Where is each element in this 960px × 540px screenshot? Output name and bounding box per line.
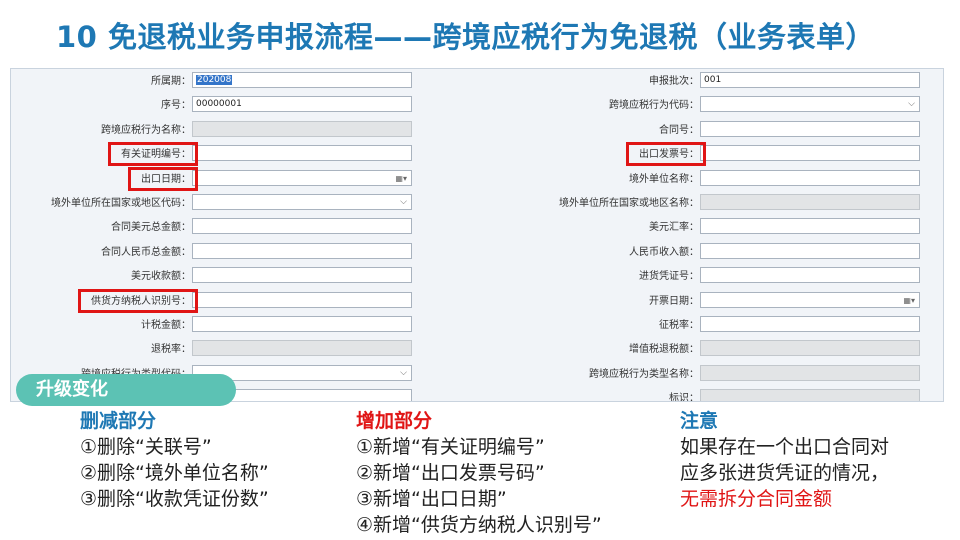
field-date-input[interactable]: ▦▾ <box>700 291 920 308</box>
field-input[interactable] <box>700 316 920 332</box>
note-line: 如果存在一个出口合同对 <box>680 436 890 458</box>
form-row-right: 美元汇率： <box>11 218 943 236</box>
upgrade-changes-badge: 升级变化 <box>16 374 236 406</box>
field-input <box>700 194 920 210</box>
form-row-right: 人民币收入额： <box>11 242 943 261</box>
highlight-box <box>108 142 198 167</box>
form-row-right: 合同号： <box>11 120 943 139</box>
note-line-emphasis: 无需拆分合同金额 <box>680 488 833 510</box>
highlight-box <box>78 288 198 313</box>
field-input[interactable] <box>700 242 920 259</box>
field-input <box>700 364 920 381</box>
field-label: 征税率： <box>659 320 699 331</box>
added-item: ①新增“有关证明编号” <box>356 436 545 458</box>
form-row-right: 增值税退税额： <box>11 340 943 358</box>
field-input[interactable] <box>700 120 920 137</box>
added-heading: 增加部分 <box>356 410 433 432</box>
field-label: 境外单位所在国家或地区名称： <box>559 198 699 209</box>
field-input[interactable] <box>700 145 920 162</box>
calendar-icon[interactable]: ▦▾ <box>903 294 915 308</box>
form-row-right: 境外单位所在国家或地区名称： <box>11 194 943 212</box>
field-label: 增值税退税额： <box>629 344 699 356</box>
form-row-right: 进货凭证号： <box>11 267 943 285</box>
note-line: 应多张进货凭证的情况， <box>680 462 890 484</box>
field-value: 001 <box>704 75 722 85</box>
chevron-down-icon[interactable]: ⌵ <box>908 97 915 111</box>
field-label: 境外单位名称： <box>629 173 699 185</box>
field-input <box>700 389 920 401</box>
added-item: ④新增“供货方纳税人识别号” <box>356 514 602 536</box>
field-input[interactable] <box>700 169 920 186</box>
field-label: 进货凭证号： <box>639 271 699 283</box>
form-row-right: 征税率： <box>11 316 943 334</box>
field-input[interactable]: 001 <box>700 72 920 88</box>
field-label: 跨境应税行为类型名称： <box>589 368 699 380</box>
note-heading: 注意 <box>680 410 719 432</box>
field-input <box>700 340 920 357</box>
deleted-item: ①删除“关联号” <box>80 436 212 458</box>
field-input[interactable] <box>700 218 920 235</box>
deleted-item: ③删除“收款凭证份数” <box>80 488 269 510</box>
page-title: 10 免退税业务申报流程——跨境应税行为免退税（业务表单） <box>56 20 875 54</box>
field-label: 合同号： <box>659 124 699 136</box>
declaration-form: 所属期： 202008 申报批次： 001 序号： 00000001 跨境应税行为代码： ⌵ 跨… <box>10 68 944 402</box>
field-label: 美元汇率： <box>649 222 699 234</box>
deleted-item: ②删除“境外单位名称” <box>80 462 269 484</box>
highlight-box <box>128 166 198 191</box>
added-section: 增加部分 ①新增“有关证明编号” ②新增“出口发票号码” ③新增“出口日期” ④… <box>356 408 602 538</box>
form-row-right: 申报批次： 001 <box>11 72 943 90</box>
field-label: 跨境应税行为代码： <box>609 100 699 112</box>
added-item: ②新增“出口发票号码” <box>356 462 545 484</box>
form-row-right: 跨境应税行为代码： ⌵ <box>11 96 943 114</box>
field-label: 申报批次： <box>649 76 699 87</box>
field-label: 开票日期： <box>649 295 699 307</box>
field-label: 标识： <box>669 393 699 402</box>
field-label: 人民币收入额： <box>629 246 699 258</box>
note-section: 注意 如果存在一个出口合同对 应多张进货凭证的情况， 无需拆分合同金额 <box>680 408 889 512</box>
deleted-heading: 删减部分 <box>80 410 157 432</box>
highlight-box <box>626 142 706 167</box>
field-input[interactable] <box>700 267 920 284</box>
field-select[interactable]: ⌵ <box>700 96 920 113</box>
added-item: ③新增“出口日期” <box>356 488 507 510</box>
deleted-section: 删减部分 ①删除“关联号” ②删除“境外单位名称” ③删除“收款凭证份数” <box>80 408 269 512</box>
